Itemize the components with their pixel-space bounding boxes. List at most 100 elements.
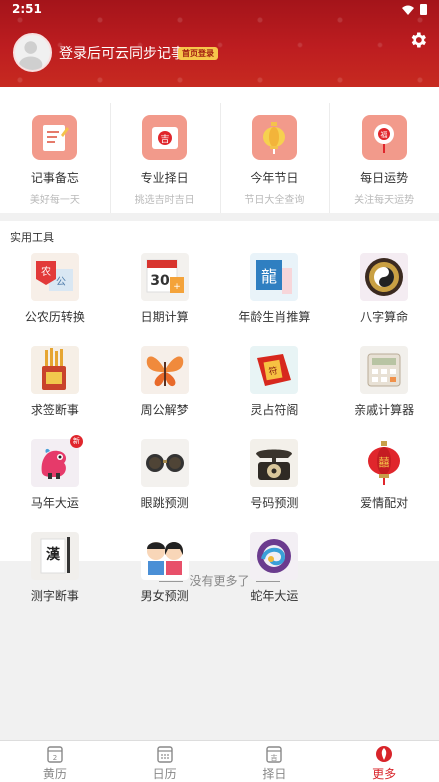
tool-snake-year[interactable]: 蛇年大运 xyxy=(220,532,330,604)
login-badge: 首页登录 xyxy=(178,47,218,60)
tool-love-match[interactable]: 囍 爱情配对 xyxy=(329,439,439,511)
svg-text:+: + xyxy=(173,282,181,292)
tool-talisman[interactable]: 符 灵占符阁 xyxy=(220,346,330,418)
tab-label: 黄历 xyxy=(42,767,67,781)
svg-text:吉: 吉 xyxy=(271,754,278,762)
quick-item-subtitle: 关注每天运势 xyxy=(354,195,415,206)
tab-more[interactable]: 更多 xyxy=(329,741,439,782)
talisman-icon: 符 xyxy=(250,346,299,394)
svg-text:龍: 龍 xyxy=(261,267,277,286)
quick-item-festivals[interactable]: 今年节日 节日大全查询 xyxy=(219,87,330,213)
tool-eye-twitch[interactable]: 眼跳预测 xyxy=(110,439,220,511)
tool-label: 八字算命 xyxy=(360,310,409,324)
quick-item-subtitle: 挑选吉时吉日 xyxy=(134,195,195,206)
tool-horse-year[interactable]: 新 马年大运 xyxy=(0,435,110,511)
no-more-text: 没有更多了 xyxy=(189,574,250,588)
almanac-icon: 2 xyxy=(47,746,63,763)
tool-character[interactable]: 漢 测字断事 xyxy=(0,532,110,604)
telephone-icon xyxy=(250,439,299,487)
divider-line xyxy=(159,581,184,582)
tool-label: 日期计算 xyxy=(140,310,189,324)
tab-calendar[interactable]: 日历 xyxy=(110,741,220,782)
svg-text:漢: 漢 xyxy=(46,546,61,563)
svg-text:公: 公 xyxy=(56,277,66,288)
love-lantern-icon: 囍 xyxy=(360,439,409,487)
svg-text:30: 30 xyxy=(150,273,170,289)
end-of-list: 没有更多了 xyxy=(0,572,439,589)
lucky-day-icon: 吉 xyxy=(142,115,188,160)
tool-label: 年龄生肖推算 xyxy=(238,310,311,324)
quick-access-row: 记事备忘 美好每一天 吉 专业择日 挑选吉时吉日 今年节日 节日大全查询 福 每… xyxy=(0,87,439,213)
svg-text:农: 农 xyxy=(41,265,51,278)
glasses-icon xyxy=(140,439,189,487)
lantern-icon xyxy=(251,115,297,160)
horse-icon: 新 xyxy=(30,435,83,487)
tool-label: 测字断事 xyxy=(30,589,79,603)
tool-label: 亲戚计算器 xyxy=(354,403,415,417)
tab-choose-day[interactable]: 吉 择日 xyxy=(220,741,330,782)
quick-item-subtitle: 美好每一天 xyxy=(29,195,80,206)
bottom-navigation: 2 黄历 日历 吉 择日 更多 xyxy=(0,740,439,782)
date-calc-icon: 30 + xyxy=(140,253,189,301)
svg-text:囍: 囍 xyxy=(379,456,390,469)
quick-item-fortune[interactable]: 福 每日运势 关注每天运势 xyxy=(329,87,439,213)
status-time: 2:51 xyxy=(12,2,42,16)
bagua-icon xyxy=(360,253,409,301)
tool-zodiac-age[interactable]: 龍 年龄生肖推算 xyxy=(220,253,330,325)
butterfly-icon xyxy=(140,346,189,394)
calendar-icon xyxy=(156,746,173,763)
tool-number-predict[interactable]: 号码预测 xyxy=(220,439,330,511)
tab-label: 日历 xyxy=(152,767,177,781)
status-bar: 2:51 xyxy=(0,0,439,20)
svg-text:福: 福 xyxy=(381,130,388,139)
tools-section: 实用工具 公 农 公农历转换 30 + 日期计算 龍 年龄生肖推算 八字算命 求… xyxy=(0,221,439,603)
quick-item-choose-day[interactable]: 吉 专业择日 挑选吉时吉日 xyxy=(109,87,220,213)
gear-icon[interactable] xyxy=(408,30,428,50)
choose-day-icon: 吉 xyxy=(266,746,283,763)
tool-relative-calc[interactable]: 亲戚计算器 xyxy=(329,346,439,418)
tool-label: 马年大运 xyxy=(30,496,79,510)
wifi-icon xyxy=(402,5,414,15)
tool-bazi[interactable]: 八字算命 xyxy=(329,253,439,325)
tab-almanac[interactable]: 2 黄历 xyxy=(0,741,110,782)
tool-label: 号码预测 xyxy=(250,496,299,510)
tab-label: 更多 xyxy=(372,767,397,781)
tab-label: 择日 xyxy=(262,767,287,781)
section-title: 实用工具 xyxy=(10,231,54,244)
tool-label: 蛇年大运 xyxy=(250,589,299,603)
tool-label: 求签断事 xyxy=(30,403,79,417)
tools-grid: 公 农 公农历转换 30 + 日期计算 龍 年龄生肖推算 八字算命 求签断事 周… xyxy=(0,253,439,604)
calendar-convert-icon: 公 农 xyxy=(30,253,79,301)
svg-text:2: 2 xyxy=(53,754,57,762)
tool-label: 周公解梦 xyxy=(140,403,189,417)
avatar[interactable] xyxy=(13,33,52,72)
quick-item-title: 每日运势 xyxy=(360,171,409,185)
quick-item-subtitle: 节日大全查询 xyxy=(244,195,305,206)
login-prompt[interactable]: 登录后可云同步记事 xyxy=(59,43,185,63)
new-badge: 新 xyxy=(69,435,83,448)
svg-text:吉: 吉 xyxy=(160,134,169,145)
profile-header: 2:51 登录后可云同步记事 首页登录 xyxy=(0,0,439,87)
calculator-icon xyxy=(360,346,409,394)
tool-label: 男女预测 xyxy=(140,589,189,603)
tool-date-calc[interactable]: 30 + 日期计算 xyxy=(110,253,220,325)
notepad-icon xyxy=(32,115,78,160)
tool-calendar-convert[interactable]: 公 农 公农历转换 xyxy=(0,253,110,325)
more-icon xyxy=(376,746,393,762)
quick-item-notes[interactable]: 记事备忘 美好每一天 xyxy=(0,87,110,213)
tool-label: 公农历转换 xyxy=(24,310,85,324)
tool-dream[interactable]: 周公解梦 xyxy=(110,346,220,418)
charm-icon: 福 xyxy=(361,115,407,160)
fortune-sticks-icon xyxy=(30,346,79,394)
quick-item-title: 今年节日 xyxy=(250,171,299,185)
zodiac-dragon-icon: 龍 xyxy=(250,253,299,301)
tool-label: 眼跳预测 xyxy=(140,496,189,510)
tool-fortune-sticks[interactable]: 求签断事 xyxy=(0,346,110,418)
tool-label: 灵占符阁 xyxy=(250,403,299,417)
quick-item-title: 记事备忘 xyxy=(30,171,79,185)
battery-icon xyxy=(420,4,427,15)
quick-item-title: 专业择日 xyxy=(140,171,189,185)
tool-label: 爱情配对 xyxy=(360,496,409,510)
divider-line xyxy=(255,581,280,582)
tool-gender-predict[interactable]: 男女预测 xyxy=(110,532,220,604)
